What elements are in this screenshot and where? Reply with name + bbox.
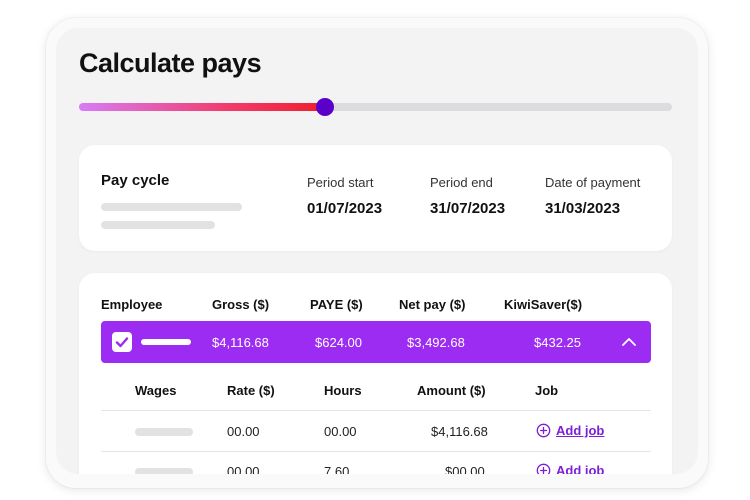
period-end-label: Period end <box>430 175 493 190</box>
header-gross: Gross ($) <box>212 297 270 312</box>
header-hours: Hours <box>324 383 362 398</box>
plus-circle-icon <box>536 463 551 474</box>
plus-circle-icon <box>536 423 551 438</box>
header-amount: Amount ($) <box>417 383 486 398</box>
pay-table-panel: Employee Gross ($) PAYE ($) Net pay ($) … <box>79 273 672 474</box>
pay-cycle-title: Pay cycle <box>101 172 170 189</box>
wage-hours: 7.60 <box>324 464 350 474</box>
row-divider <box>101 451 651 452</box>
progress-handle[interactable] <box>316 98 335 116</box>
wage-amount: $4,116.68 <box>431 424 488 439</box>
header-net-pay: Net pay ($) <box>399 297 466 312</box>
payment-date-label: Date of payment <box>545 175 641 190</box>
employee-checkbox[interactable] <box>112 332 132 352</box>
progress-fill <box>79 103 326 111</box>
calculate-pays-screen: Calculate pays Pay cycle Period start 01… <box>56 28 698 474</box>
pay-cycle-panel: Pay cycle Period start 01/07/2023 Period… <box>79 145 672 251</box>
chevron-up-icon[interactable] <box>621 335 637 349</box>
employee-kiwisaver: $432.25 <box>534 335 581 350</box>
period-start-label: Period start <box>307 175 374 190</box>
period-start-value: 01/07/2023 <box>307 200 383 217</box>
page-title: Calculate pays <box>79 48 262 78</box>
wage-name-placeholder <box>135 428 193 436</box>
header-job: Job <box>535 383 559 398</box>
row-divider <box>101 410 651 411</box>
period-start: Period start 01/07/2023 <box>307 175 382 217</box>
wage-amount: $00.00 <box>445 464 485 474</box>
wage-name-placeholder <box>135 468 193 474</box>
header-kiwisaver: KiwiSaver($) <box>504 297 583 312</box>
period-end: Period end 31/07/2023 <box>430 175 505 217</box>
employee-name-placeholder <box>141 339 191 345</box>
wage-rate: 00.00 <box>227 424 260 439</box>
progress-track <box>79 98 672 116</box>
wage-hours: 00.00 <box>324 424 357 439</box>
pay-cycle-placeholder-line <box>101 221 215 229</box>
add-job-label: Add job <box>556 463 605 474</box>
add-job-label: Add job <box>556 423 605 438</box>
add-job-link[interactable]: Add job <box>536 463 604 474</box>
pay-cycle-placeholder-line <box>101 203 242 211</box>
payment-date-value: 31/03/2023 <box>545 200 621 217</box>
payment-date: Date of payment 31/03/2023 <box>545 175 640 217</box>
period-end-value: 31/07/2023 <box>430 200 506 217</box>
header-employee: Employee <box>101 297 163 312</box>
employee-net-pay: $3,492.68 <box>407 335 465 350</box>
check-icon <box>115 337 129 348</box>
wage-rate: 00.00 <box>227 464 260 474</box>
employee-paye: $624.00 <box>315 335 362 350</box>
header-rate: Rate ($) <box>227 383 275 398</box>
add-job-link[interactable]: Add job <box>536 423 604 438</box>
header-paye: PAYE ($) <box>310 297 363 312</box>
employee-row[interactable]: $4,116.68 $624.00 $3,492.68 $432.25 <box>101 321 651 363</box>
employee-gross: $4,116.68 <box>212 335 269 350</box>
header-wages: Wages <box>135 383 177 398</box>
